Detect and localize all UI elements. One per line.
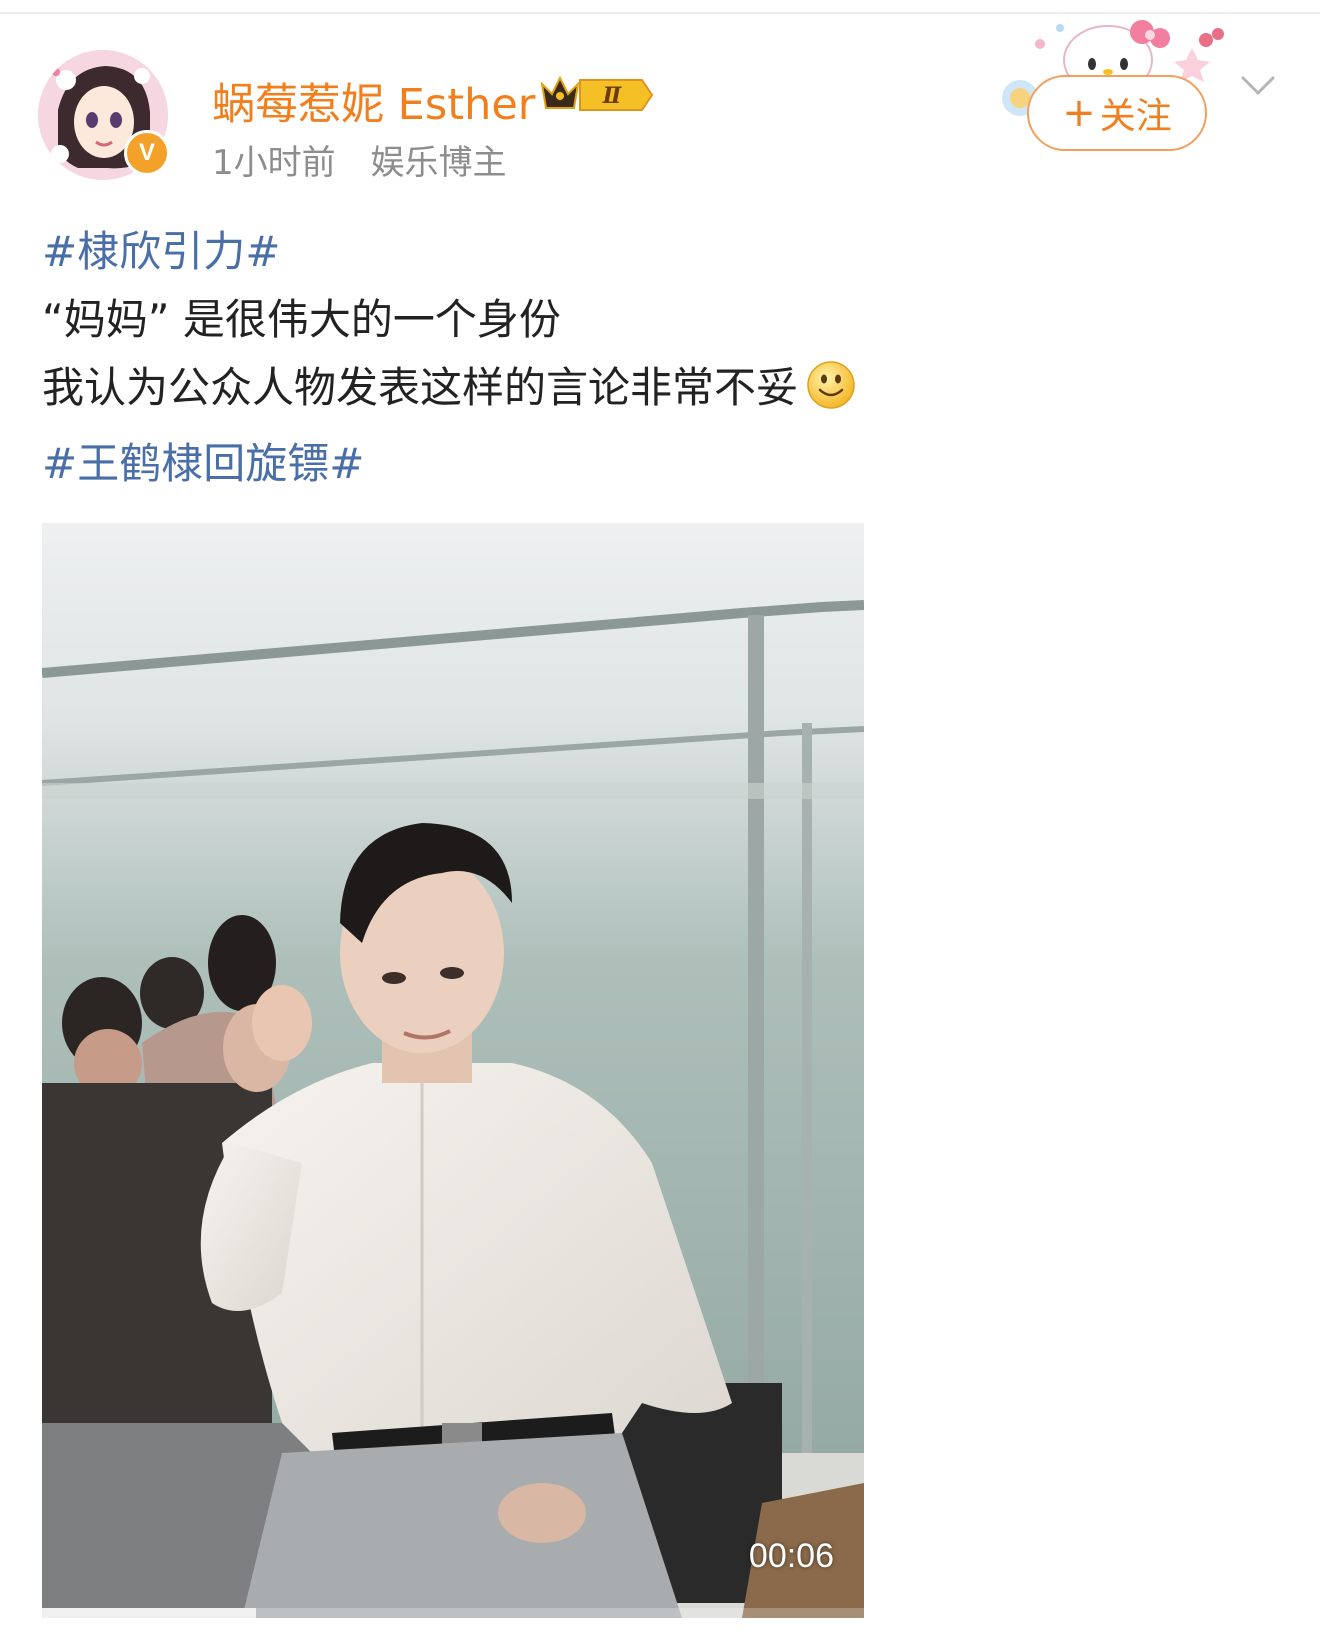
chevron-down-icon[interactable]	[1240, 74, 1276, 98]
video-progress-fill	[42, 1608, 256, 1618]
plus-icon: +	[1062, 90, 1096, 136]
avatar[interactable]: V	[38, 50, 170, 180]
follow-label: 关注	[1099, 96, 1172, 137]
video-thumbnail	[42, 523, 864, 1618]
post-text-line: “妈妈” 是很伟大的一个身份	[42, 295, 561, 344]
post-meta: 1小时前 娱乐博主	[212, 135, 530, 184]
verified-v-icon: V	[124, 130, 170, 176]
topic-link[interactable]: #棣欣引力#	[42, 227, 280, 276]
post-body: #棣欣引力# “妈妈” 是很伟大的一个身份 我认为公众人物发表这样的言论非常不妥…	[42, 218, 1282, 498]
video-duration: 00:06	[748, 1537, 834, 1575]
video-progress-track[interactable]	[42, 1608, 864, 1618]
smile-emoji-icon	[806, 360, 856, 430]
follow-button[interactable]: + 关注	[1027, 75, 1207, 151]
post-time: 1小时前	[212, 143, 336, 183]
author-name[interactable]: 蜗莓惹妮 Esther	[212, 70, 536, 132]
post-text: 我认为公众人物发表这样的言论非常不妥	[42, 363, 799, 412]
video-player[interactable]: 00:06	[42, 523, 864, 1618]
topic-link[interactable]: #王鹤棣回旋镖#	[42, 439, 364, 488]
post-text-line-with-emoji: 我认为公众人物发表这样的言论非常不妥	[42, 354, 1282, 430]
member-crown-badge[interactable]: Ⅱ	[538, 72, 656, 118]
author-category: 娱乐博主	[370, 143, 507, 183]
member-level: Ⅱ	[602, 83, 623, 109]
